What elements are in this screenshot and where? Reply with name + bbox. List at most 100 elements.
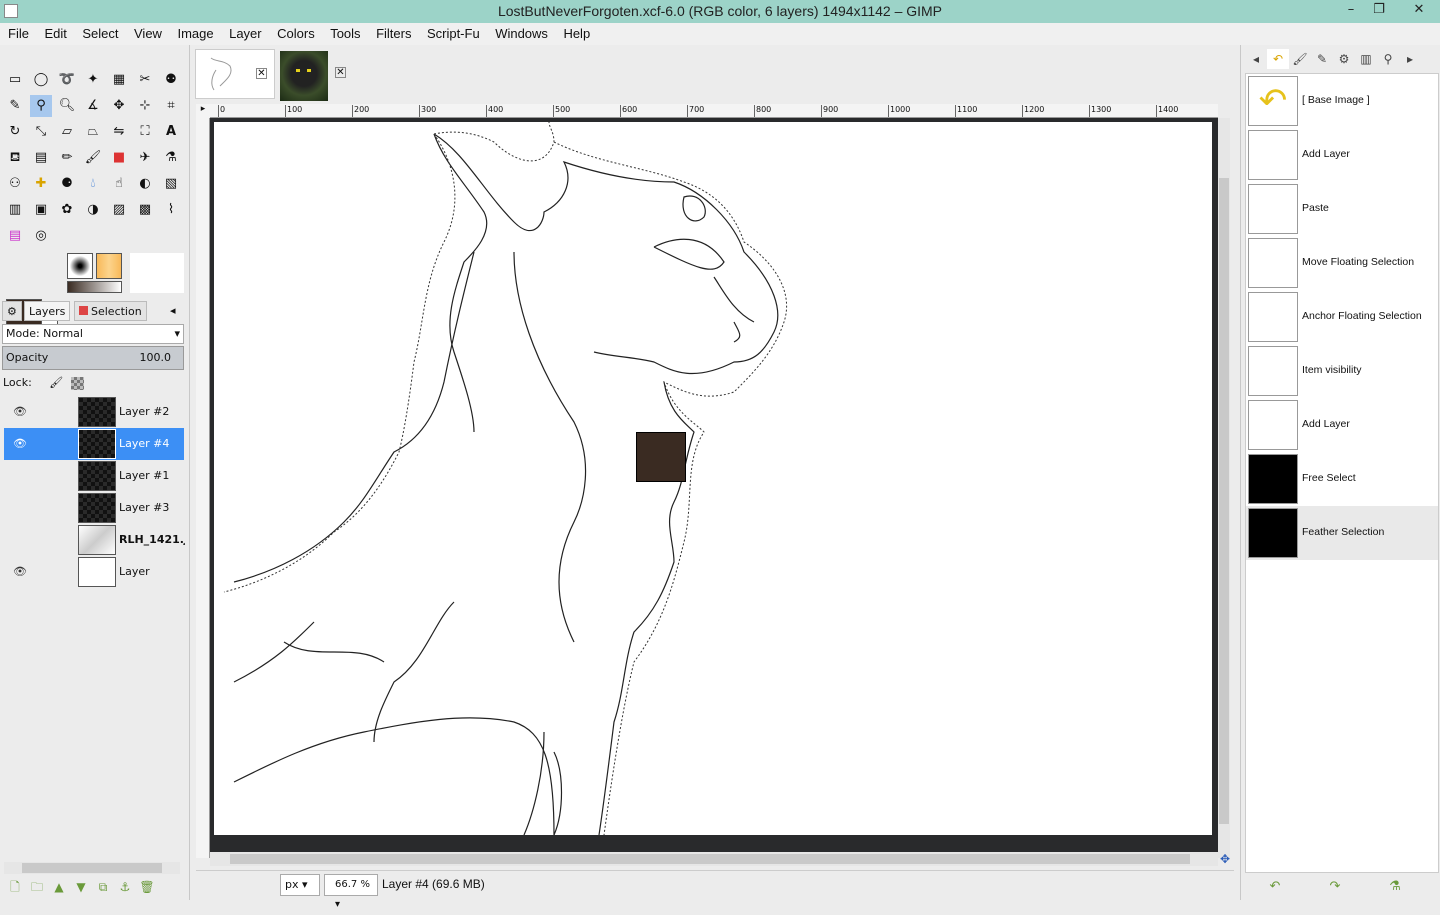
scissors-icon[interactable]: ✂ [134,69,156,91]
horizontal-scrollbar[interactable] [210,852,1218,866]
close-button[interactable]: ✕ [1398,0,1440,22]
brush-preview[interactable] [67,253,93,279]
zoom-icon[interactable]: 🔍︎ [56,95,78,117]
colorize-icon[interactable]: ✿ [56,199,78,221]
layer-row[interactable]: 👁︎ Layer [4,556,184,588]
blend-icon[interactable]: ▤ [30,147,52,169]
ink-icon[interactable]: ⚗ [160,147,182,169]
brightness-contrast-icon[interactable]: ◑ [82,199,104,221]
menu-file[interactable]: File [4,23,33,41]
vertical-scrollbar[interactable] [1218,118,1230,858]
image-tab-other[interactable]: ✕ [277,49,357,101]
gradient-preview[interactable] [67,281,122,293]
unit-select[interactable]: px ▾ [280,874,320,896]
new-layer-group-icon[interactable]: 🗀 [26,878,48,899]
menu-windows[interactable]: Windows [491,23,552,41]
maximize-button[interactable]: ❐ [1364,0,1394,22]
ellipse-select-icon[interactable]: ◯ [30,69,52,91]
scroll-right-icon[interactable]: ▸ [1399,49,1421,69]
cage-icon[interactable]: ⛶ [134,121,156,143]
clone-icon[interactable]: ⚇ [4,173,26,195]
menu-view[interactable]: View [130,23,166,41]
menu-image[interactable]: Image [173,23,217,41]
tab-tool-options[interactable]: ⚙ [2,301,22,321]
history-item[interactable]: Add Layer [1246,128,1438,182]
menu-tools[interactable]: Tools [326,23,364,41]
blur-icon[interactable]: 💧︎ [82,173,104,195]
hue-saturation-icon[interactable]: ▣ [30,199,52,221]
delete-layer-icon[interactable]: 🗑︎ [136,880,158,894]
image-tab-current[interactable]: ✕ [195,49,275,99]
menu-filters[interactable]: Filters [372,23,415,41]
menu-layer[interactable]: Layer [225,23,266,41]
duplicate-layer-icon[interactable]: ⧉ [92,880,114,895]
history-item[interactable]: Move Floating Selection [1246,236,1438,290]
history-item[interactable]: Add Layer [1246,398,1438,452]
scroll-left-icon[interactable]: ◂ [1245,49,1267,69]
pencil-icon[interactable]: ✏ [56,147,78,169]
paths-tab-icon[interactable]: ⚲ [1377,49,1399,69]
undo-button-icon[interactable]: ↶ [1245,879,1305,894]
mode-select[interactable]: Mode: Normal ▾ [2,324,184,344]
perspective-clone-icon[interactable]: ⚈ [56,173,78,195]
desaturate-icon[interactable]: ▧ [160,173,182,195]
perspective-icon[interactable]: ⏢ [82,121,104,143]
text-icon[interactable]: A [160,121,182,143]
gegl-icon[interactable]: ◎ [30,225,52,247]
close-tab-icon[interactable]: ✕ [256,68,267,79]
lock-alpha-icon[interactable] [70,376,84,390]
menu-colors[interactable]: Colors [273,23,319,41]
color-select-icon[interactable]: ▦ [108,69,130,91]
paint-dynamics-tab-icon[interactable]: 🖌︎ [1289,49,1311,69]
opacity-slider[interactable]: Opacity 100.0 [2,346,184,370]
levels-icon[interactable]: ▩ [134,199,156,221]
layer-row[interactable]: RLH_1421.JPG [4,524,185,556]
image-preview[interactable] [130,253,184,293]
free-select-icon[interactable]: ➰ [56,69,78,91]
image-canvas[interactable] [214,121,1212,836]
menu-help[interactable]: Help [559,23,594,41]
history-item[interactable]: Anchor Floating Selection [1246,290,1438,344]
shear-icon[interactable]: ▱ [56,121,78,143]
scale-icon[interactable]: ⤡ [30,121,52,143]
rotate-icon[interactable]: ↻ [4,121,26,143]
color-picker-icon[interactable]: ⚲ [30,95,52,117]
move-icon[interactable]: ✥ [108,95,130,117]
fuzzy-select-icon[interactable]: ✦ [82,69,104,91]
curves-icon[interactable]: ⌇ [160,199,182,221]
lock-pixels-icon[interactable]: 🖌︎ [49,376,63,389]
rect-select-icon[interactable]: ▭ [4,69,26,91]
menu-script-fu[interactable]: Script-Fu [423,23,484,41]
raise-layer-icon[interactable]: ▲ [48,880,70,894]
layer-row-selected[interactable]: 👁︎ Layer #4 [4,428,184,460]
eye-icon[interactable]: 👁︎ [13,405,29,418]
tab-layers[interactable]: Layers [24,301,71,321]
history-item[interactable]: Item visibility [1246,344,1438,398]
quick-mask-corner-icon[interactable]: ▸ [196,104,210,118]
foreground-select-icon[interactable]: ⚉ [160,69,182,91]
dodge-burn-icon[interactable]: ◐ [134,173,156,195]
airbrush-icon[interactable]: ✈ [134,147,156,169]
lower-layer-icon[interactable]: ▼ [70,880,92,894]
tool-presets-tab-icon[interactable]: ⚙ [1333,49,1355,69]
layer-row[interactable]: Layer #1 [4,460,184,492]
heal-icon[interactable]: ✚ [30,173,52,195]
new-layer-icon[interactable]: 🗋 [4,878,26,899]
threshold-icon[interactable]: ▨ [108,199,130,221]
anchor-layer-icon[interactable]: ⚓ [114,880,136,894]
menu-edit[interactable]: Edit [40,23,70,41]
paintbrush-icon[interactable]: 🖌︎ [82,147,104,169]
paths-icon[interactable]: ✎ [4,95,26,117]
tab-selection[interactable]: Selection [74,301,147,321]
smudge-icon[interactable]: ☝ [108,173,130,195]
pattern-preview[interactable] [96,253,122,279]
scrollbar-thumb[interactable] [22,863,162,873]
layer-row[interactable]: Layer #3 [4,492,184,524]
zoom-select[interactable]: 66.7 % ▾ [324,874,378,910]
undo-history-tab-icon[interactable]: ↶ [1267,49,1289,69]
brushes-tab-icon[interactable]: ✎ [1311,49,1333,69]
navigate-icon[interactable]: ✥ [1218,852,1232,866]
layer-row[interactable]: 👁︎ Layer #2 [4,396,184,428]
history-item[interactable]: Paste [1246,182,1438,236]
eye-icon[interactable]: 👁︎ [13,565,29,578]
